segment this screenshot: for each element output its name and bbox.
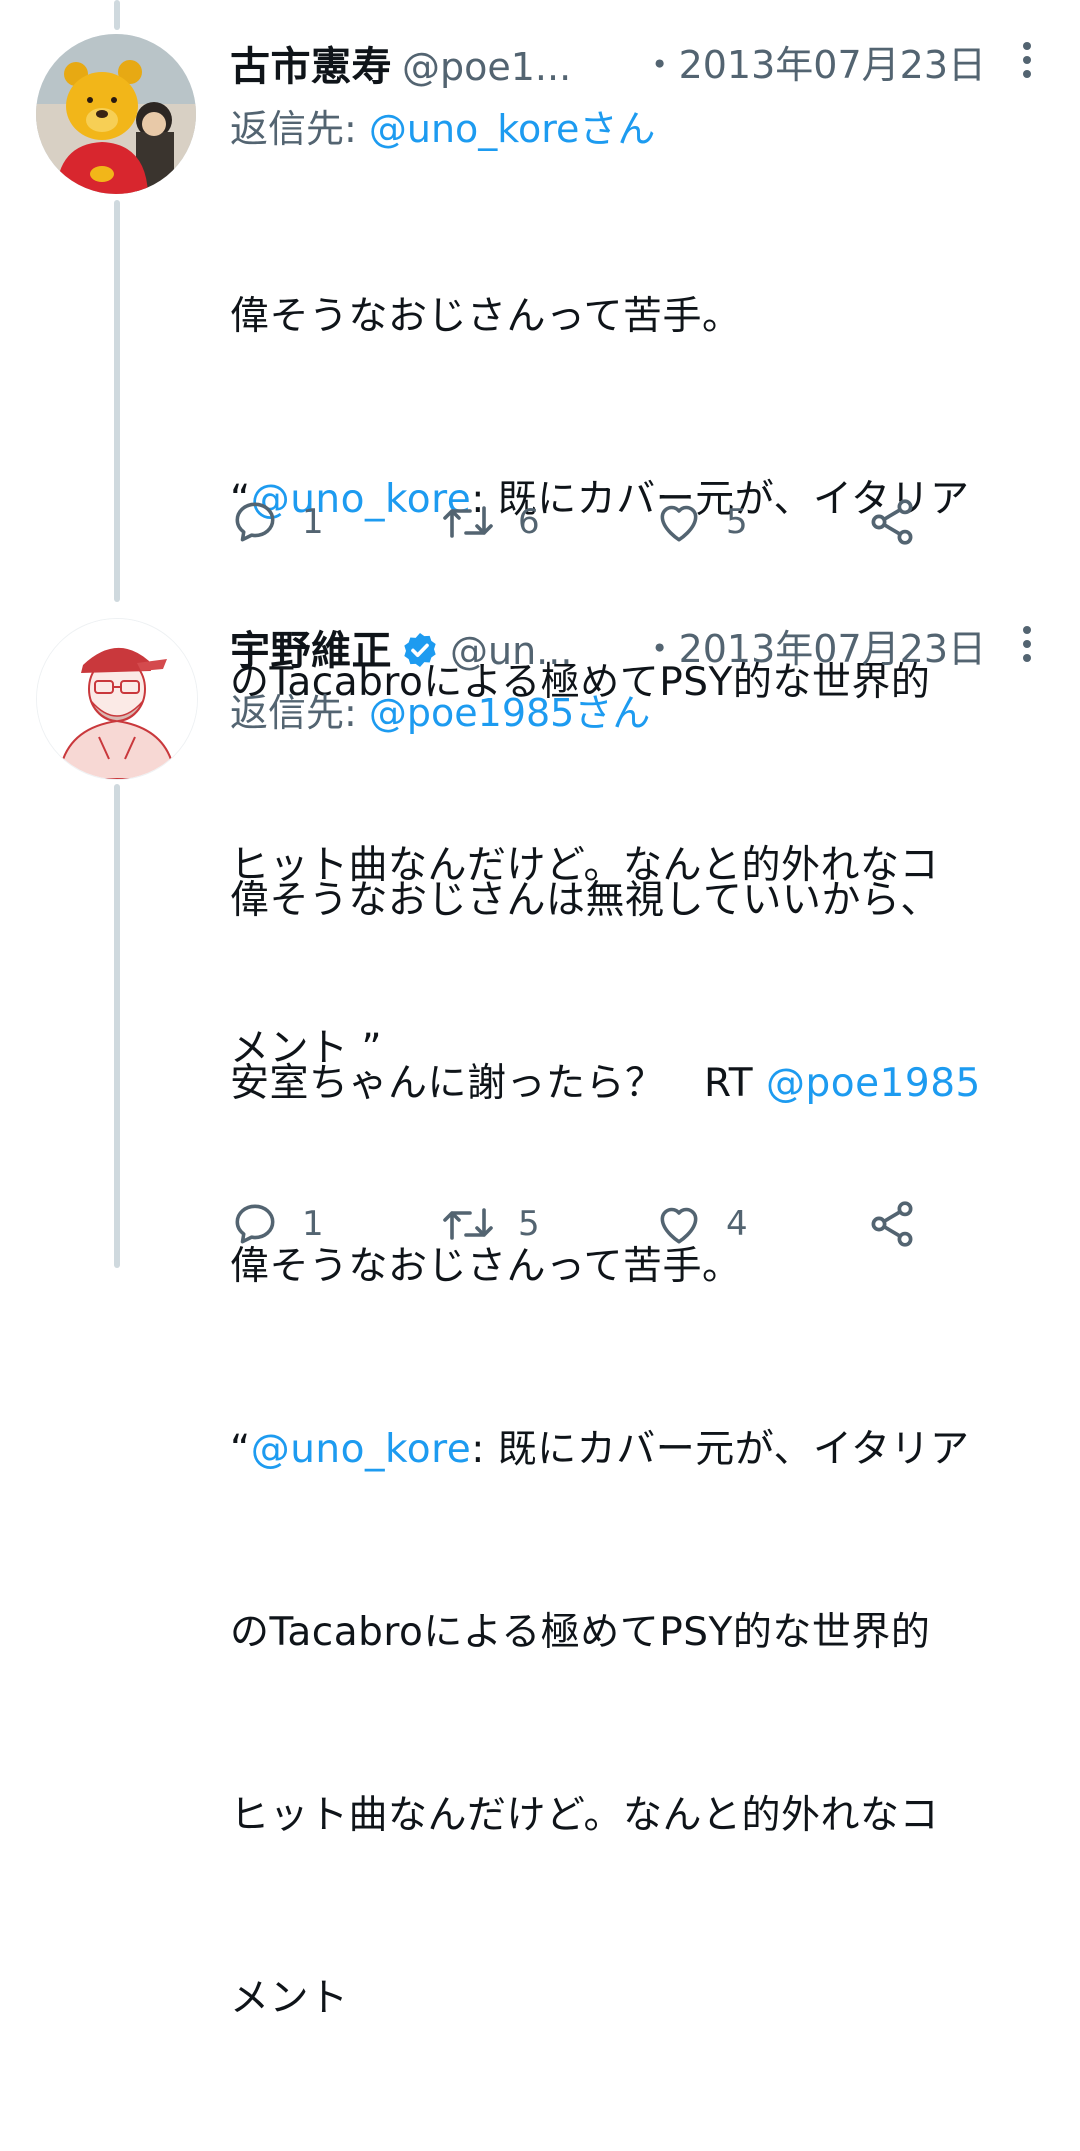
replying-to-link[interactable]: @poe1985さん: [369, 691, 650, 735]
quote-open-mark: “: [230, 1427, 251, 1472]
retweet-button[interactable]: 5: [440, 1194, 540, 1254]
mention-link[interactable]: @poe1985: [766, 1061, 981, 1106]
tweet-1[interactable]: 古市憲寿 @poe1... ・2013年07月23日 返信先: @uno_kore…: [0, 0, 1080, 1071]
tweet-2[interactable]: 宇野維正 @un... ・2013年07月23日 返信先: @poe1985さん …: [0, 600, 1080, 2021]
tweet-text: 偉そうなおじさんは無視していいから、 安室ちゃんに謝ったら？ RT @poe19…: [230, 748, 1044, 2151]
share-icon: [871, 1201, 913, 1247]
verified-badge-icon: [400, 630, 440, 674]
reply-button[interactable]: 1: [230, 492, 324, 552]
reply-count: 1: [302, 1204, 324, 1244]
reply-icon: [235, 502, 275, 542]
more-options-icon[interactable]: [1016, 38, 1038, 84]
tweet-text-line: のTacabroによる極めてPSY的な世界的: [230, 1610, 931, 1655]
like-button[interactable]: 4: [654, 1194, 748, 1254]
avatar[interactable]: [36, 34, 196, 194]
tweet-date[interactable]: ・2013年07月23日: [641, 618, 986, 673]
tweet-text-line: “@uno_kore: 既にカバー元が、イタリア: [230, 1419, 1044, 1480]
more-options-icon[interactable]: [1016, 622, 1038, 668]
tweet-text-line: 偉そうなおじさんって苦手。: [230, 294, 742, 339]
display-name[interactable]: 宇野維正: [230, 628, 392, 674]
retweet-count: 6: [518, 502, 540, 542]
tweet-text-line: ヒット曲なんだけど。なんと的外れなコ: [230, 1793, 940, 1838]
replying-to-label: 返信先:: [230, 107, 369, 151]
retweet-button[interactable]: 6: [440, 492, 540, 552]
replying-to-link[interactable]: @uno_koreさん: [369, 107, 656, 151]
like-count: 5: [726, 502, 748, 542]
tweet-text-line: 偉そうなおじさんは無視していいから、: [230, 878, 940, 923]
replying-to: 返信先: @uno_koreさん: [230, 98, 1044, 160]
tweet-text-line: メント: [230, 1976, 349, 2021]
tweet-actions: 1 5 4: [230, 1194, 950, 1254]
heart-icon: [660, 1207, 698, 1244]
replying-to: 返信先: @poe1985さん: [230, 682, 1044, 744]
mention-link[interactable]: @uno_kore: [251, 1427, 472, 1472]
replying-to-label: 返信先:: [230, 691, 369, 735]
share-button[interactable]: [866, 492, 918, 552]
tweet-text-line: 安室ちゃんに謝ったら？ RT @poe1985: [230, 1053, 1044, 1114]
winnie-the-pooh-photo-icon: [36, 34, 196, 194]
tweet-actions: 1 6 5: [230, 492, 950, 552]
share-icon: [871, 499, 913, 545]
illustrated-man-red-cap-icon: [37, 619, 197, 779]
retweet-icon: [443, 1208, 493, 1240]
like-count: 4: [726, 1204, 748, 1244]
like-button[interactable]: 5: [654, 492, 748, 552]
retweet-count: 5: [518, 1204, 540, 1244]
reply-button[interactable]: 1: [230, 1194, 324, 1254]
retweet-icon: [443, 506, 493, 538]
tweet-text-fragment: 安室ちゃんに謝ったら？ RT: [230, 1061, 766, 1106]
share-button[interactable]: [866, 1194, 918, 1254]
handle[interactable]: @un...: [450, 629, 572, 673]
tweet-date[interactable]: ・2013年07月23日: [641, 34, 986, 89]
heart-icon: [660, 505, 698, 542]
reply-icon: [235, 1204, 275, 1244]
handle[interactable]: @poe1...: [402, 45, 571, 89]
avatar[interactable]: [36, 618, 198, 780]
reply-count: 1: [302, 502, 324, 542]
display-name[interactable]: 古市憲寿: [230, 44, 392, 90]
tweet-text-fragment: : 既にカバー元が、イタリア: [471, 1427, 970, 1472]
